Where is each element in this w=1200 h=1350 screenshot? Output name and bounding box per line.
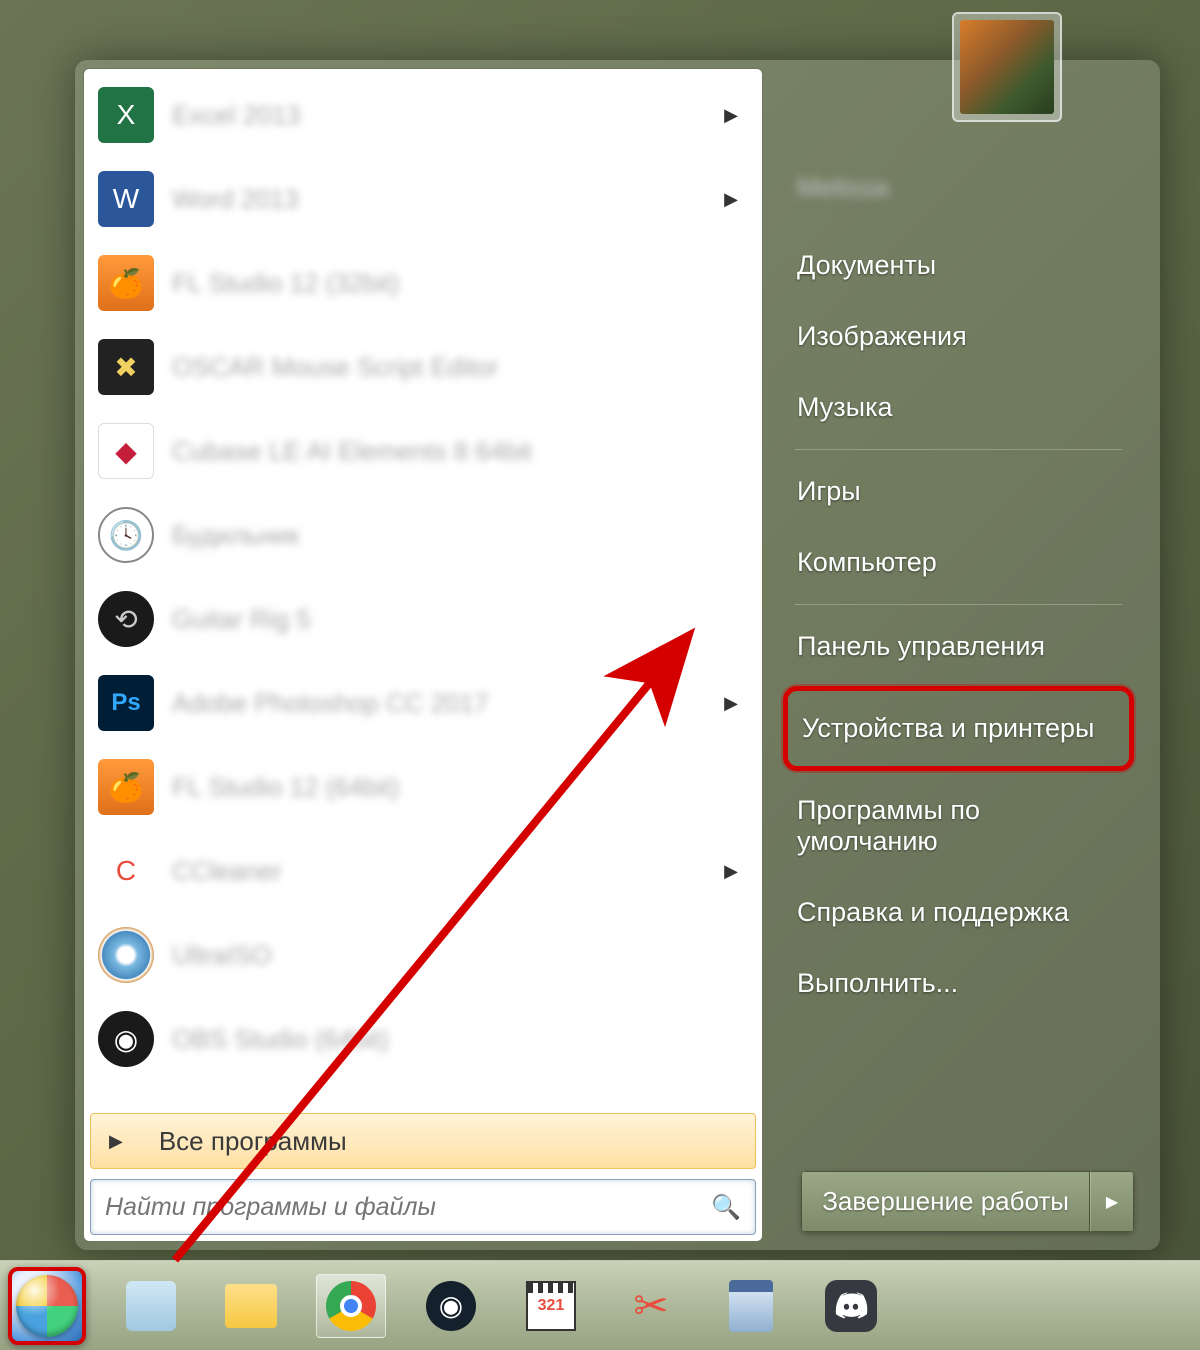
- program-icon: 🍊: [98, 255, 154, 311]
- program-label: UltraISO: [172, 940, 748, 971]
- taskbar-chrome[interactable]: [316, 1274, 386, 1338]
- scissors-icon: ✂: [633, 1281, 668, 1330]
- recent-programs-list: XExcel 2013▶WWord 2013▶🍊FL Studio 12 (32…: [88, 73, 758, 1109]
- program-label: Excel 2013: [172, 100, 748, 131]
- triangle-right-icon: ▶: [109, 1131, 123, 1152]
- program-label: Cubase LE AI Elements 8 64bit: [172, 436, 748, 467]
- submenu-arrow-icon: ▶: [724, 105, 738, 126]
- taskbar-snipping[interactable]: ✂: [616, 1274, 686, 1338]
- search-input[interactable]: [105, 1193, 711, 1222]
- program-item[interactable]: 🍊 FL Studio 12 (64bit): [88, 745, 758, 829]
- program-icon: [98, 927, 154, 983]
- program-icon: Ps: [98, 675, 154, 731]
- taskbar-discord[interactable]: [816, 1274, 886, 1338]
- taskbar: ◉ ✂: [0, 1260, 1200, 1350]
- program-item[interactable]: ◉ OBS Studio (64bit): [88, 997, 758, 1081]
- documents-link[interactable]: Документы: [783, 230, 1134, 301]
- chrome-icon: [326, 1281, 376, 1331]
- control-panel-link[interactable]: Панель управления: [783, 611, 1134, 682]
- submenu-arrow-icon: ▶: [724, 861, 738, 882]
- shutdown-button-group: Завершение работы ▶: [801, 1171, 1134, 1232]
- pictures-link[interactable]: Изображения: [783, 301, 1134, 372]
- start-menu-left-panel: XExcel 2013▶WWord 2013▶🍊FL Studio 12 (32…: [83, 68, 763, 1242]
- program-icon: ◉: [98, 1011, 154, 1067]
- program-label: Guitar Rig 5: [172, 604, 748, 635]
- folder-icon: [225, 1284, 277, 1328]
- program-icon: 🍊: [98, 759, 154, 815]
- program-icon: C: [98, 843, 154, 899]
- program-item[interactable]: ⟲ Guitar Rig 5: [88, 577, 758, 661]
- computer-link[interactable]: Компьютер: [783, 527, 1134, 598]
- program-label: Adobe Photoshop CC 2017: [172, 688, 748, 719]
- taskbar-mpc[interactable]: [516, 1274, 586, 1338]
- user-picture-frame[interactable]: [952, 12, 1062, 122]
- notepad-icon: [126, 1281, 176, 1331]
- start-menu-right-panel: Melissa Документы Изображения Музыка Игр…: [763, 68, 1152, 1242]
- program-icon: W: [98, 171, 154, 227]
- taskbar-steam[interactable]: ◉: [416, 1274, 486, 1338]
- taskbar-notepad[interactable]: [116, 1274, 186, 1338]
- program-label: OBS Studio (64bit): [172, 1024, 748, 1055]
- all-programs-label: Все программы: [159, 1126, 347, 1157]
- taskbar-explorer[interactable]: [216, 1274, 286, 1338]
- search-icon: 🔍: [711, 1193, 741, 1222]
- user-name-link[interactable]: Melissa: [783, 153, 1134, 224]
- search-box[interactable]: 🔍: [90, 1179, 756, 1235]
- submenu-arrow-icon: ▶: [724, 693, 738, 714]
- separator: [795, 604, 1122, 605]
- run-link[interactable]: Выполнить...: [783, 948, 1134, 1019]
- start-button[interactable]: [8, 1267, 86, 1345]
- program-item[interactable]: W Word 2013▶: [88, 157, 758, 241]
- program-item[interactable]: Ps Adobe Photoshop CC 2017▶: [88, 661, 758, 745]
- taskbar-calculator[interactable]: [716, 1274, 786, 1338]
- all-programs-button[interactable]: ▶ Все программы: [90, 1113, 756, 1169]
- mpc-icon: [526, 1281, 576, 1331]
- program-item[interactable]: ✖ OSCAR Mouse Script Editor: [88, 325, 758, 409]
- program-item[interactable]: UltraISO: [88, 913, 758, 997]
- program-icon: ◆: [98, 423, 154, 479]
- program-item[interactable]: X Excel 2013▶: [88, 73, 758, 157]
- program-icon: ⟲: [98, 591, 154, 647]
- shutdown-button[interactable]: Завершение работы: [801, 1171, 1090, 1232]
- start-menu: XExcel 2013▶WWord 2013▶🍊FL Studio 12 (32…: [75, 60, 1160, 1250]
- program-icon: 🕓: [98, 507, 154, 563]
- help-support-link[interactable]: Справка и поддержка: [783, 877, 1134, 948]
- program-item[interactable]: ◆ Cubase LE AI Elements 8 64bit: [88, 409, 758, 493]
- program-item[interactable]: C CCleaner▶: [88, 829, 758, 913]
- program-icon: X: [98, 87, 154, 143]
- program-label: CCleaner: [172, 856, 748, 887]
- steam-icon: ◉: [426, 1281, 476, 1331]
- program-label: FL Studio 12 (64bit): [172, 772, 748, 803]
- program-item[interactable]: 🕓 Будильник: [88, 493, 758, 577]
- program-label: OSCAR Mouse Script Editor: [172, 352, 748, 383]
- program-label: FL Studio 12 (32bit): [172, 268, 748, 299]
- shutdown-options-arrow[interactable]: ▶: [1090, 1171, 1134, 1232]
- default-programs-link[interactable]: Программы по умолчанию: [783, 775, 1134, 877]
- music-link[interactable]: Музыка: [783, 372, 1134, 443]
- calculator-icon: [729, 1280, 773, 1332]
- discord-icon: [825, 1280, 877, 1332]
- user-picture: [960, 20, 1054, 114]
- program-label: Будильник: [172, 520, 748, 551]
- submenu-arrow-icon: ▶: [724, 189, 738, 210]
- games-link[interactable]: Игры: [783, 456, 1134, 527]
- program-label: Word 2013: [172, 184, 748, 215]
- separator: [795, 449, 1122, 450]
- windows-orb-icon: [16, 1275, 78, 1337]
- program-icon: ✖: [98, 339, 154, 395]
- program-item[interactable]: 🍊 FL Studio 12 (32bit): [88, 241, 758, 325]
- devices-and-printers-link[interactable]: Устройства и принтеры: [783, 686, 1134, 771]
